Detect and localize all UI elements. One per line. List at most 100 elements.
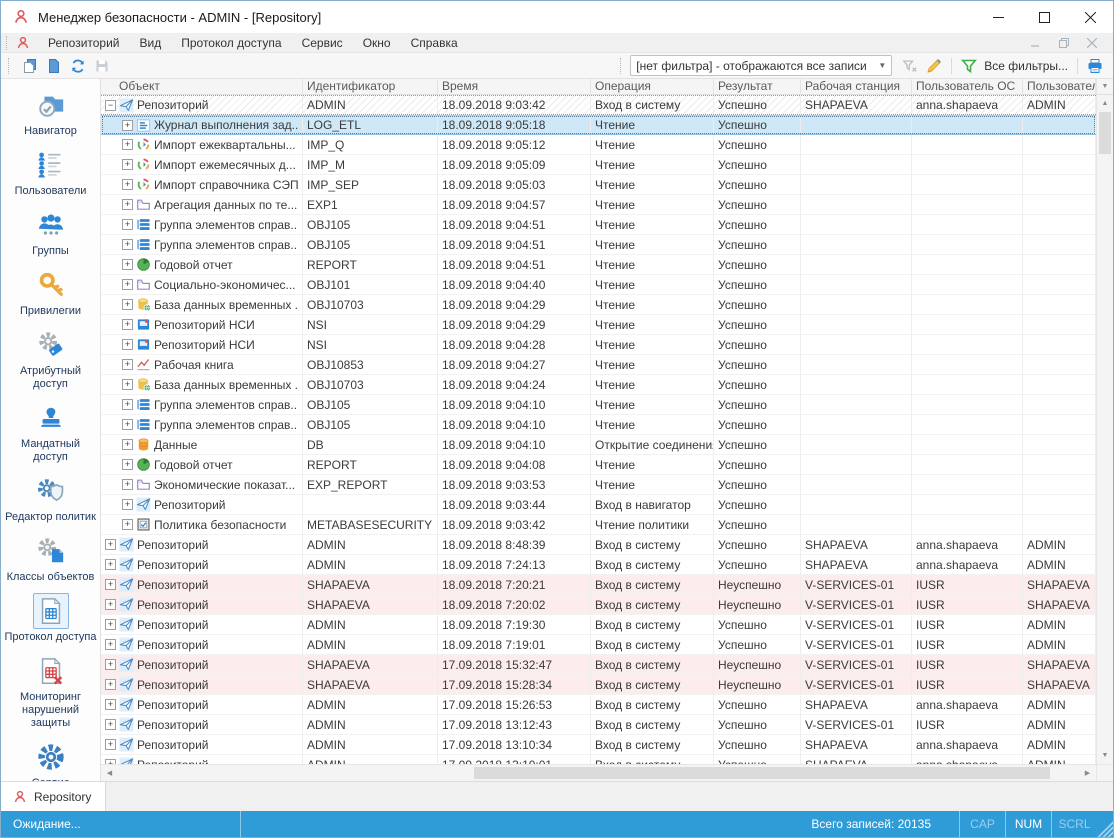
- open-document-button[interactable]: [42, 55, 66, 77]
- table-row[interactable]: +Импорт ежемесячных д...IMP_M18.09.2018 …: [101, 155, 1096, 175]
- menu-item-window[interactable]: Окно: [353, 33, 401, 53]
- horizontal-scroll-thumb[interactable]: [474, 767, 1051, 779]
- tab-repository[interactable]: Repository: [1, 782, 106, 811]
- table-row[interactable]: +РепозиторийSHAPAEVA17.09.2018 15:28:34В…: [101, 675, 1096, 695]
- scroll-left-icon[interactable]: ◀: [101, 769, 118, 777]
- table-row[interactable]: +Годовой отчетREPORT18.09.2018 9:04:51Чт…: [101, 255, 1096, 275]
- column-header-5[interactable]: Рабочая станция: [801, 79, 912, 95]
- expand-icon[interactable]: +: [122, 419, 133, 430]
- expand-icon[interactable]: +: [122, 359, 133, 370]
- table-row[interactable]: +Репозиторий18.09.2018 9:03:44Вход в нав…: [101, 495, 1096, 515]
- column-header-6[interactable]: Пользователь ОС: [912, 79, 1023, 95]
- table-row[interactable]: +Группа элементов справ...OBJ10518.09.20…: [101, 235, 1096, 255]
- resize-grip[interactable]: [1097, 811, 1113, 837]
- table-row[interactable]: +Социально-экономичес...OBJ10118.09.2018…: [101, 275, 1096, 295]
- vertical-scrollbar[interactable]: ▲ ▼: [1096, 95, 1113, 764]
- collapse-icon[interactable]: −: [105, 100, 116, 111]
- expand-icon[interactable]: +: [122, 199, 133, 210]
- minimize-button[interactable]: [975, 1, 1021, 33]
- expand-icon[interactable]: +: [122, 459, 133, 470]
- expand-icon[interactable]: +: [122, 519, 133, 530]
- scroll-up-icon[interactable]: ▲: [1097, 95, 1113, 112]
- all-filters-icon[interactable]: [957, 55, 981, 77]
- expand-icon[interactable]: +: [105, 579, 116, 590]
- column-header-7[interactable]: Пользователь: [1023, 79, 1096, 95]
- horizontal-scrollbar[interactable]: ◀ ▶: [101, 764, 1096, 781]
- sidebar-item-violation-monitoring[interactable]: Мониторинг нарушений защиты: [3, 653, 99, 730]
- expand-icon[interactable]: +: [105, 739, 116, 750]
- expand-icon[interactable]: +: [122, 319, 133, 330]
- column-header-1[interactable]: Идентификатор: [303, 79, 438, 95]
- table-row[interactable]: +Репозиторий НСИNSI18.09.2018 9:04:28Чте…: [101, 335, 1096, 355]
- expand-icon[interactable]: +: [122, 219, 133, 230]
- scroll-right-icon[interactable]: ▶: [1079, 769, 1096, 777]
- table-row[interactable]: +РепозиторийADMIN17.09.2018 13:12:43Вход…: [101, 715, 1096, 735]
- all-filters-button[interactable]: Все фильтры...: [984, 59, 1068, 73]
- table-row[interactable]: +РепозиторийADMIN18.09.2018 7:19:30Вход …: [101, 615, 1096, 635]
- table-row[interactable]: +Группа элементов справ...OBJ10518.09.20…: [101, 415, 1096, 435]
- expand-icon[interactable]: +: [122, 120, 133, 131]
- table-row[interactable]: +База данных временных ...OBJ1070318.09.…: [101, 295, 1096, 315]
- table-row[interactable]: +Импорт ежеквартальны...IMP_Q18.09.2018 …: [101, 135, 1096, 155]
- expand-icon[interactable]: +: [105, 559, 116, 570]
- save-button[interactable]: [90, 55, 114, 77]
- expand-icon[interactable]: +: [122, 299, 133, 310]
- expand-icon[interactable]: +: [105, 699, 116, 710]
- menu-item-access-protocol[interactable]: Протокол доступа: [171, 33, 291, 53]
- menu-item-help[interactable]: Справка: [401, 33, 468, 53]
- column-options-icon[interactable]: ▼: [1096, 79, 1113, 95]
- sidebar-item-policy-editor[interactable]: Редактор политик: [3, 473, 99, 524]
- sidebar-item-access-protocol[interactable]: Протокол доступа: [3, 593, 99, 644]
- table-row[interactable]: +Рабочая книгаOBJ1085318.09.2018 9:04:27…: [101, 355, 1096, 375]
- table-row[interactable]: +РепозиторийADMIN18.09.2018 7:19:01Вход …: [101, 635, 1096, 655]
- expand-icon[interactable]: +: [105, 719, 116, 730]
- expand-icon[interactable]: +: [105, 619, 116, 630]
- table-row[interactable]: +База данных временных ...OBJ1070318.09.…: [101, 375, 1096, 395]
- close-button[interactable]: [1067, 1, 1113, 33]
- sidebar-item-service[interactable]: Сервис: [3, 739, 99, 781]
- table-row[interactable]: +РепозиторийADMIN18.09.2018 8:48:39Вход …: [101, 535, 1096, 555]
- sidebar-item-object-classes[interactable]: Классы объектов: [3, 533, 99, 584]
- menu-item-repository[interactable]: Репозиторий: [38, 33, 130, 53]
- sidebar-item-navigator[interactable]: Навигатор: [3, 87, 99, 138]
- sidebar-item-users[interactable]: Пользователи: [3, 147, 99, 198]
- expand-icon[interactable]: +: [105, 639, 116, 650]
- table-row[interactable]: +РепозиторийADMIN18.09.2018 7:24:13Вход …: [101, 555, 1096, 575]
- expand-icon[interactable]: +: [122, 499, 133, 510]
- expand-icon[interactable]: +: [105, 539, 116, 550]
- sidebar-item-privileges[interactable]: Привилегии: [3, 267, 99, 318]
- menu-item-service[interactable]: Сервис: [292, 33, 353, 53]
- table-row[interactable]: +Агрегация данных по те...EXP118.09.2018…: [101, 195, 1096, 215]
- refresh-button[interactable]: [66, 55, 90, 77]
- table-row[interactable]: +Годовой отчетREPORT18.09.2018 9:04:08Чт…: [101, 455, 1096, 475]
- table-row[interactable]: +Политика безопасностиMETABASESECURITY18…: [101, 515, 1096, 535]
- table-row[interactable]: +Репозиторий НСИNSI18.09.2018 9:04:29Чте…: [101, 315, 1096, 335]
- column-header-4[interactable]: Результат: [714, 79, 801, 95]
- column-header-2[interactable]: Время: [438, 79, 591, 95]
- new-record-button[interactable]: [18, 55, 42, 77]
- expand-icon[interactable]: +: [122, 439, 133, 450]
- vertical-scroll-thumb[interactable]: [1099, 112, 1111, 154]
- expand-icon[interactable]: +: [122, 339, 133, 350]
- clear-filter-button[interactable]: [898, 55, 922, 77]
- table-row[interactable]: +РепозиторийADMIN17.09.2018 13:10:34Вход…: [101, 735, 1096, 755]
- expand-icon[interactable]: +: [122, 179, 133, 190]
- expand-icon[interactable]: +: [105, 659, 116, 670]
- expand-icon[interactable]: +: [122, 139, 133, 150]
- table-row[interactable]: +РепозиторийADMIN17.09.2018 13:10:01Вход…: [101, 755, 1096, 764]
- mdi-minimize-icon[interactable]: [1023, 34, 1049, 52]
- sidebar-item-attribute-access[interactable]: Атрибутный доступ: [3, 327, 99, 391]
- column-header-3[interactable]: Операция: [591, 79, 714, 95]
- edit-filter-button[interactable]: [922, 55, 946, 77]
- expand-icon[interactable]: +: [122, 239, 133, 250]
- mdi-close-icon[interactable]: [1079, 34, 1105, 52]
- sidebar-item-groups[interactable]: Группы: [3, 207, 99, 258]
- mdi-restore-icon[interactable]: [1051, 34, 1077, 52]
- expand-icon[interactable]: +: [122, 379, 133, 390]
- table-row[interactable]: +Группа элементов справ...OBJ10518.09.20…: [101, 395, 1096, 415]
- table-row[interactable]: +РепозиторийSHAPAEVA18.09.2018 7:20:02Вх…: [101, 595, 1096, 615]
- sidebar-item-mandatory-access[interactable]: Мандатный доступ: [3, 400, 99, 464]
- expand-icon[interactable]: +: [105, 599, 116, 610]
- expand-icon[interactable]: +: [105, 679, 116, 690]
- table-row[interactable]: +РепозиторийSHAPAEVA17.09.2018 15:32:47В…: [101, 655, 1096, 675]
